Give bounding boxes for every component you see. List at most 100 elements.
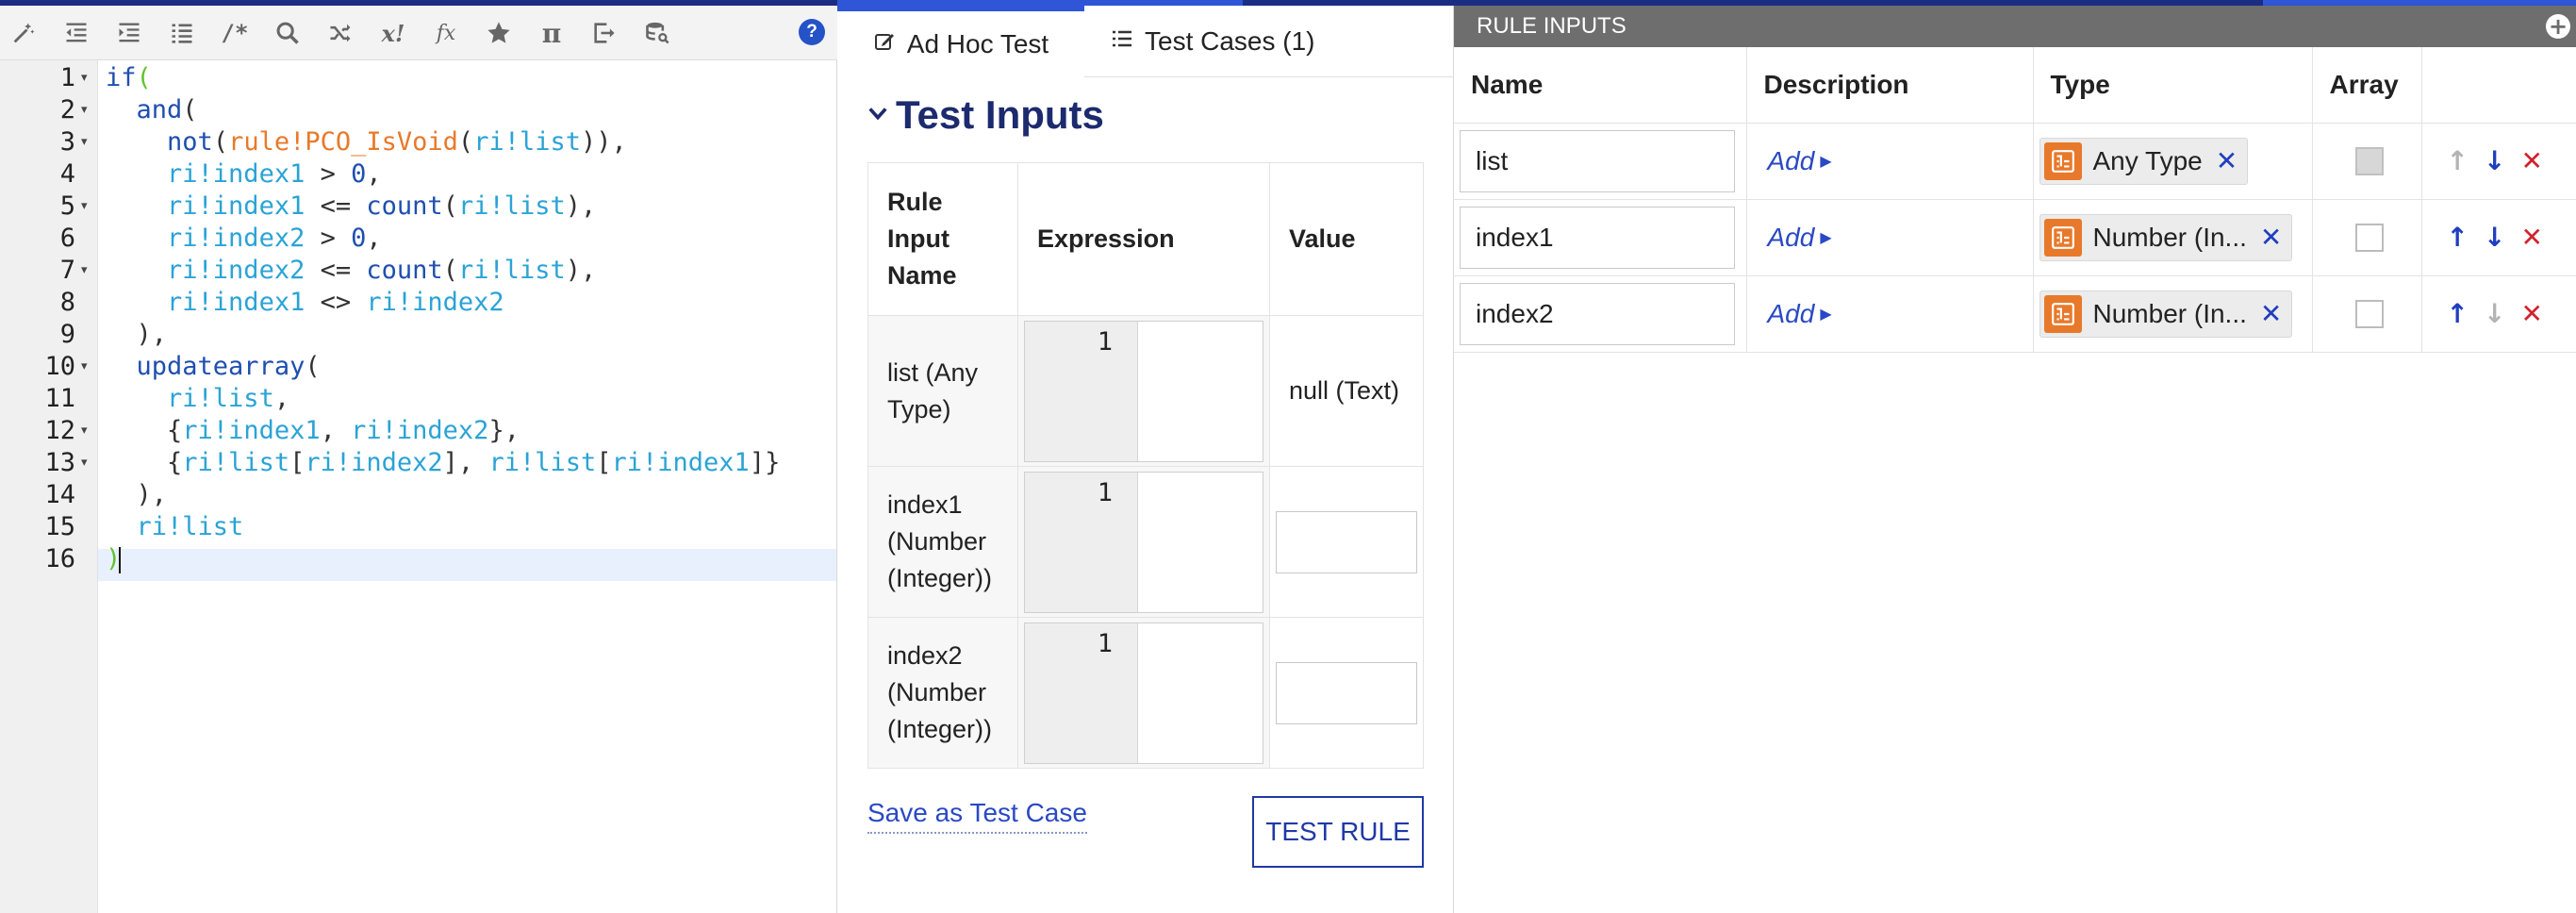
rule-input-name-field[interactable]: index2 (1460, 282, 1735, 345)
panel-title: RULE INPUTS (1477, 13, 1627, 39)
edit-icon (873, 30, 896, 59)
line-number: 16 (44, 544, 75, 573)
column-header: Array (2312, 47, 2422, 124)
tab-label: Ad Hoc Test (906, 29, 1049, 58)
line-number: 3 (59, 127, 75, 157)
move-down-icon[interactable]: ↓ (2484, 222, 2505, 253)
code-line: updatearray( (136, 352, 321, 381)
fold-toggle-icon[interactable]: ▾ (81, 94, 94, 126)
expression-editor-box[interactable]: 1 (1024, 471, 1263, 613)
column-header: Expression (1017, 162, 1270, 316)
tab-ad-hoc-test[interactable]: Ad Hoc Test (837, 6, 1084, 77)
move-up-icon[interactable]: ↑ (2447, 298, 2469, 329)
move-up-icon: ↑ (2446, 145, 2469, 176)
add-description-link[interactable]: Add ▶ (1753, 146, 1832, 176)
pi-icon[interactable]: π (536, 17, 568, 49)
test-rule-button[interactable]: TEST RULE (1252, 796, 1424, 868)
fold-toggle-icon[interactable]: ▾ (81, 126, 94, 158)
column-header: Name (1454, 47, 1747, 124)
database-search-icon[interactable] (641, 17, 673, 49)
rule-inputs-panel: RULE INPUTS + Name Description Type Arra… (1454, 6, 2576, 913)
rule-inputs-table: Name Description Type Array list Add ▶ An… (1454, 47, 2576, 353)
outdent-icon[interactable] (60, 17, 92, 49)
add-rule-input-icon[interactable]: + (2546, 13, 2570, 40)
code-line: ri!index1 <= count(ri!list), (167, 191, 597, 221)
add-description-link[interactable]: Add ▶ (1753, 299, 1832, 329)
list-icon (1111, 27, 1133, 57)
code-line: {ri!list[ri!index2], ri!list[ri!index1]} (167, 448, 781, 477)
rule-input-name: list (Any Type) (867, 315, 1018, 467)
clear-type-icon[interactable]: ✕ (2216, 145, 2237, 176)
clear-type-icon[interactable]: ✕ (2260, 222, 2282, 253)
move-down-icon: ↓ (2483, 298, 2506, 329)
tab-label: Test Cases (1) (1145, 26, 1315, 56)
expression-editor-box[interactable]: 1 (1024, 320, 1263, 462)
row-actions: ↑ ↓ ✕ (2428, 222, 2576, 253)
help-icon[interactable]: ? (799, 19, 825, 45)
type-picker[interactable]: Number (In... ✕ (2039, 290, 2293, 338)
rule-inputs-header: RULE INPUTS + (1454, 6, 2576, 47)
row-actions: ↑ ↓ ✕ (2428, 298, 2576, 329)
search-icon[interactable] (272, 17, 304, 49)
magic-wand-icon[interactable] (8, 17, 40, 49)
shuffle-icon[interactable] (324, 17, 356, 49)
add-description-link[interactable]: Add ▶ (1753, 223, 1832, 253)
line-number: 2 (59, 95, 75, 124)
move-down-icon[interactable]: ↓ (2484, 145, 2505, 176)
line-number: 9 (59, 320, 75, 349)
star-icon[interactable] (483, 17, 515, 49)
line-number: 5 (59, 191, 75, 221)
array-checkbox[interactable] (2355, 223, 2384, 252)
table-header-row: Name Description Type Array (1454, 47, 2576, 124)
expression-cell: 1 (1017, 617, 1270, 769)
save-as-test-case-link[interactable]: Save as Test Case (867, 798, 1087, 834)
table-row: list (Any Type) 1 null (Text) (867, 315, 1424, 467)
table-row: index2 (Number (Integer)) 1 (867, 617, 1424, 769)
line-number: 4 (59, 159, 75, 189)
fold-toggle-icon[interactable]: ▾ (81, 255, 94, 287)
delete-icon[interactable]: ✕ (2520, 222, 2542, 253)
fold-toggle-icon[interactable]: ▾ (81, 415, 94, 447)
fold-toggle-icon[interactable]: ▾ (81, 191, 94, 223)
line-number: 6 (59, 224, 75, 253)
test-inputs-section-header[interactable]: Test Inputs (867, 92, 1104, 138)
table-header-row: Rule Input Name Expression Value (867, 162, 1424, 316)
line-number: 14 (44, 480, 75, 509)
value-input[interactable] (1276, 510, 1417, 573)
column-header: Type (2033, 47, 2313, 124)
format-list-icon[interactable] (166, 17, 198, 49)
move-up-icon[interactable]: ↑ (2447, 222, 2469, 253)
indent-icon[interactable] (113, 17, 145, 49)
value-input[interactable] (1276, 661, 1417, 724)
caret-right-icon: ▶ (1820, 229, 1832, 246)
column-header: Description (1746, 47, 2034, 124)
export-icon[interactable] (588, 17, 620, 49)
value-cell (1269, 466, 1424, 618)
section-title: Test Inputs (896, 92, 1104, 137)
array-checkbox[interactable] (2355, 299, 2384, 328)
comment-icon[interactable]: /* (219, 17, 251, 49)
delete-icon[interactable]: ✕ (2520, 298, 2542, 329)
type-label: Number (In... (2092, 298, 2247, 328)
row-actions: ↑ ↓ ✕ (2428, 145, 2576, 176)
code-line: ri!list, (167, 384, 290, 413)
fold-toggle-icon[interactable]: ▾ (81, 62, 94, 94)
column-header: Value (1269, 162, 1424, 316)
test-inputs-table: Rule Input Name Expression Value list (A… (867, 162, 1424, 769)
type-picker[interactable]: Any Type ✕ (2039, 137, 2249, 185)
delete-icon[interactable]: ✕ (2520, 145, 2542, 176)
function-icon[interactable]: fx (430, 17, 462, 49)
rule-input-name-field[interactable]: index1 (1460, 206, 1735, 269)
table-row: index2 Add ▶ Number (In... ✕ ↑ ↓ ✕ (1454, 275, 2576, 353)
fold-toggle-icon[interactable]: ▾ (81, 447, 94, 479)
code-line: ri!index1 <> ri!index2 (167, 288, 504, 317)
line-number: 10 (44, 352, 75, 381)
factorial-icon[interactable]: x! (377, 17, 409, 49)
expression-editor-box[interactable]: 1 (1024, 622, 1263, 764)
rule-input-name-field[interactable]: list (1460, 129, 1735, 192)
clear-type-icon[interactable]: ✕ (2260, 298, 2282, 329)
fold-toggle-icon[interactable]: ▾ (81, 351, 94, 383)
type-picker[interactable]: Number (In... ✕ (2039, 213, 2293, 261)
tab-test-cases[interactable]: Test Cases (1) (1111, 6, 1358, 77)
table-row: index1 (Number (Integer)) 1 (867, 466, 1424, 618)
